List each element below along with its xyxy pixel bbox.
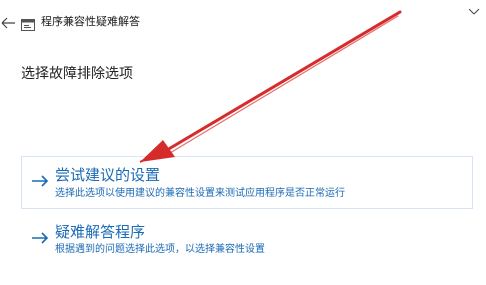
page-title: 选择故障排除选项	[21, 66, 133, 82]
compatibility-troubleshooter-icon	[21, 16, 35, 31]
arrow-right-icon	[31, 172, 49, 187]
arrow-right-icon	[31, 229, 49, 244]
option-description: 选择此选项以使用建议的兼容性设置来测试应用程序是否正常运行	[55, 188, 345, 199]
troubleshoot-program-option[interactable]: 疑难解答程序 根据遇到的问题选择此选项，以选择兼容性设置	[21, 217, 473, 261]
try-recommended-settings-option[interactable]: 尝试建议的设置 选择此选项以使用建议的兼容性设置来测试应用程序是否正常运行	[21, 156, 473, 209]
option-label[interactable]: 尝试建议的设置	[55, 166, 160, 184]
option-description: 根据遇到的问题选择此选项，以选择兼容性设置	[55, 244, 265, 255]
title-bar: 程序兼容性疑难解答	[0, 0, 486, 40]
option-label[interactable]: 疑难解答程序	[55, 223, 145, 241]
back-arrow-icon[interactable]	[0, 15, 16, 29]
close-icon[interactable]	[468, 0, 480, 15]
window-title: 程序兼容性疑难解答	[41, 15, 140, 28]
